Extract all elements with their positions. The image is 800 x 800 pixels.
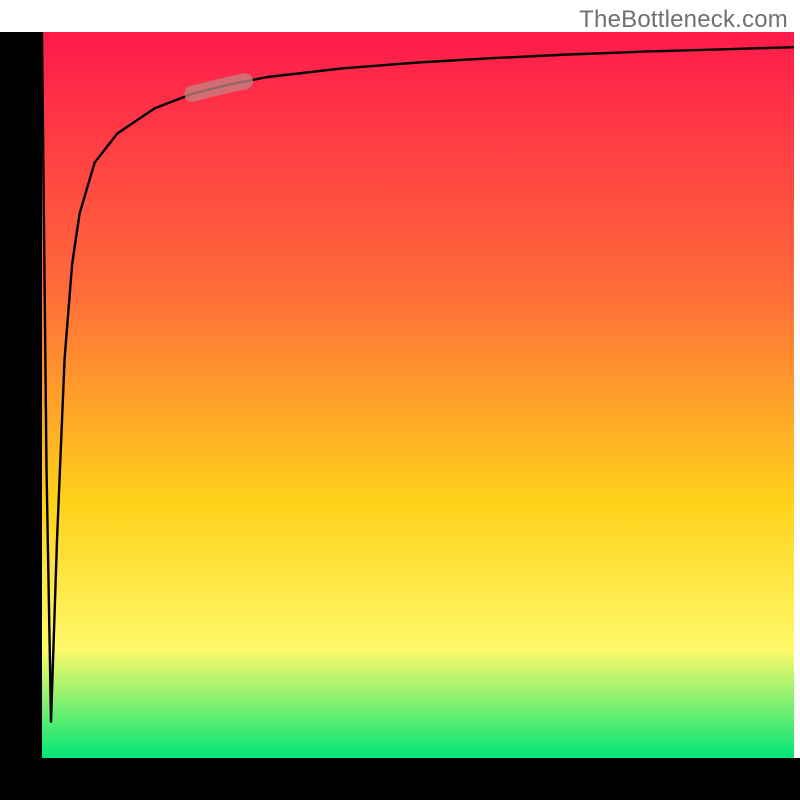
x-axis — [0, 758, 800, 800]
y-axis — [0, 32, 42, 800]
watermark-source: TheBottleneck.com — [579, 6, 788, 34]
chart-container: { "watermark": "TheBottleneck.com", "col… — [0, 0, 800, 800]
bottleneck-chart — [0, 0, 800, 800]
plot-background — [42, 32, 794, 758]
